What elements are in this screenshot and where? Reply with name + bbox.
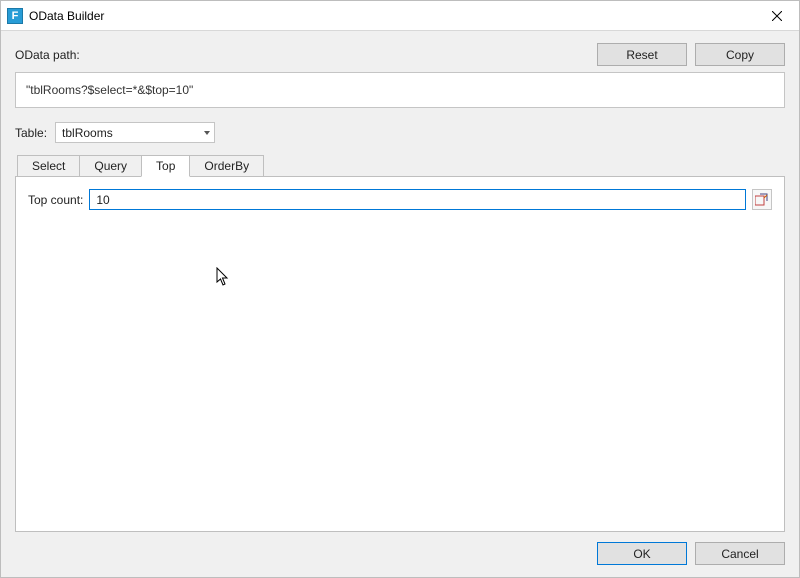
tab-orderby[interactable]: OrderBy — [189, 155, 264, 177]
mouse-cursor — [216, 267, 232, 290]
top-count-value: 10 — [96, 193, 109, 207]
odata-path-row: OData path: Reset Copy — [15, 43, 785, 66]
table-combobox[interactable]: tblRooms — [55, 122, 215, 143]
chevron-down-icon — [204, 131, 210, 135]
tabs-strip: Select Query Top OrderBy — [15, 155, 785, 177]
tab-top[interactable]: Top — [141, 155, 190, 177]
app-icon: F — [7, 8, 23, 24]
client-area: OData path: Reset Copy "tblRooms?$select… — [1, 31, 799, 577]
table-label: Table: — [15, 126, 47, 140]
top-count-row: Top count: 10 — [28, 189, 772, 210]
odata-path-label: OData path: — [15, 48, 80, 62]
expression-editor-button[interactable] — [752, 189, 772, 210]
titlebar: F OData Builder — [1, 1, 799, 31]
top-count-input[interactable]: 10 — [89, 189, 746, 210]
odata-expression-box[interactable]: "tblRooms?$select=*&$top=10" — [15, 72, 785, 108]
top-count-label: Top count: — [28, 193, 83, 207]
copy-button[interactable]: Copy — [695, 43, 785, 66]
close-icon — [772, 11, 782, 21]
tab-select[interactable]: Select — [17, 155, 80, 177]
window-title: OData Builder — [29, 9, 104, 23]
reset-button[interactable]: Reset — [597, 43, 687, 66]
dialog-footer: OK Cancel — [15, 532, 785, 565]
odata-expression-text: "tblRooms?$select=*&$top=10" — [26, 83, 193, 97]
table-selected-value: tblRooms — [62, 126, 113, 140]
ok-button[interactable]: OK — [597, 542, 687, 565]
table-row: Table: tblRooms — [15, 122, 785, 143]
window-frame: F OData Builder OData path: Reset Copy "… — [0, 0, 800, 578]
expression-icon — [755, 193, 769, 207]
close-button[interactable] — [755, 1, 799, 31]
tab-panel-top: Top count: 10 — [15, 176, 785, 532]
cancel-button[interactable]: Cancel — [695, 542, 785, 565]
tab-query[interactable]: Query — [79, 155, 142, 177]
